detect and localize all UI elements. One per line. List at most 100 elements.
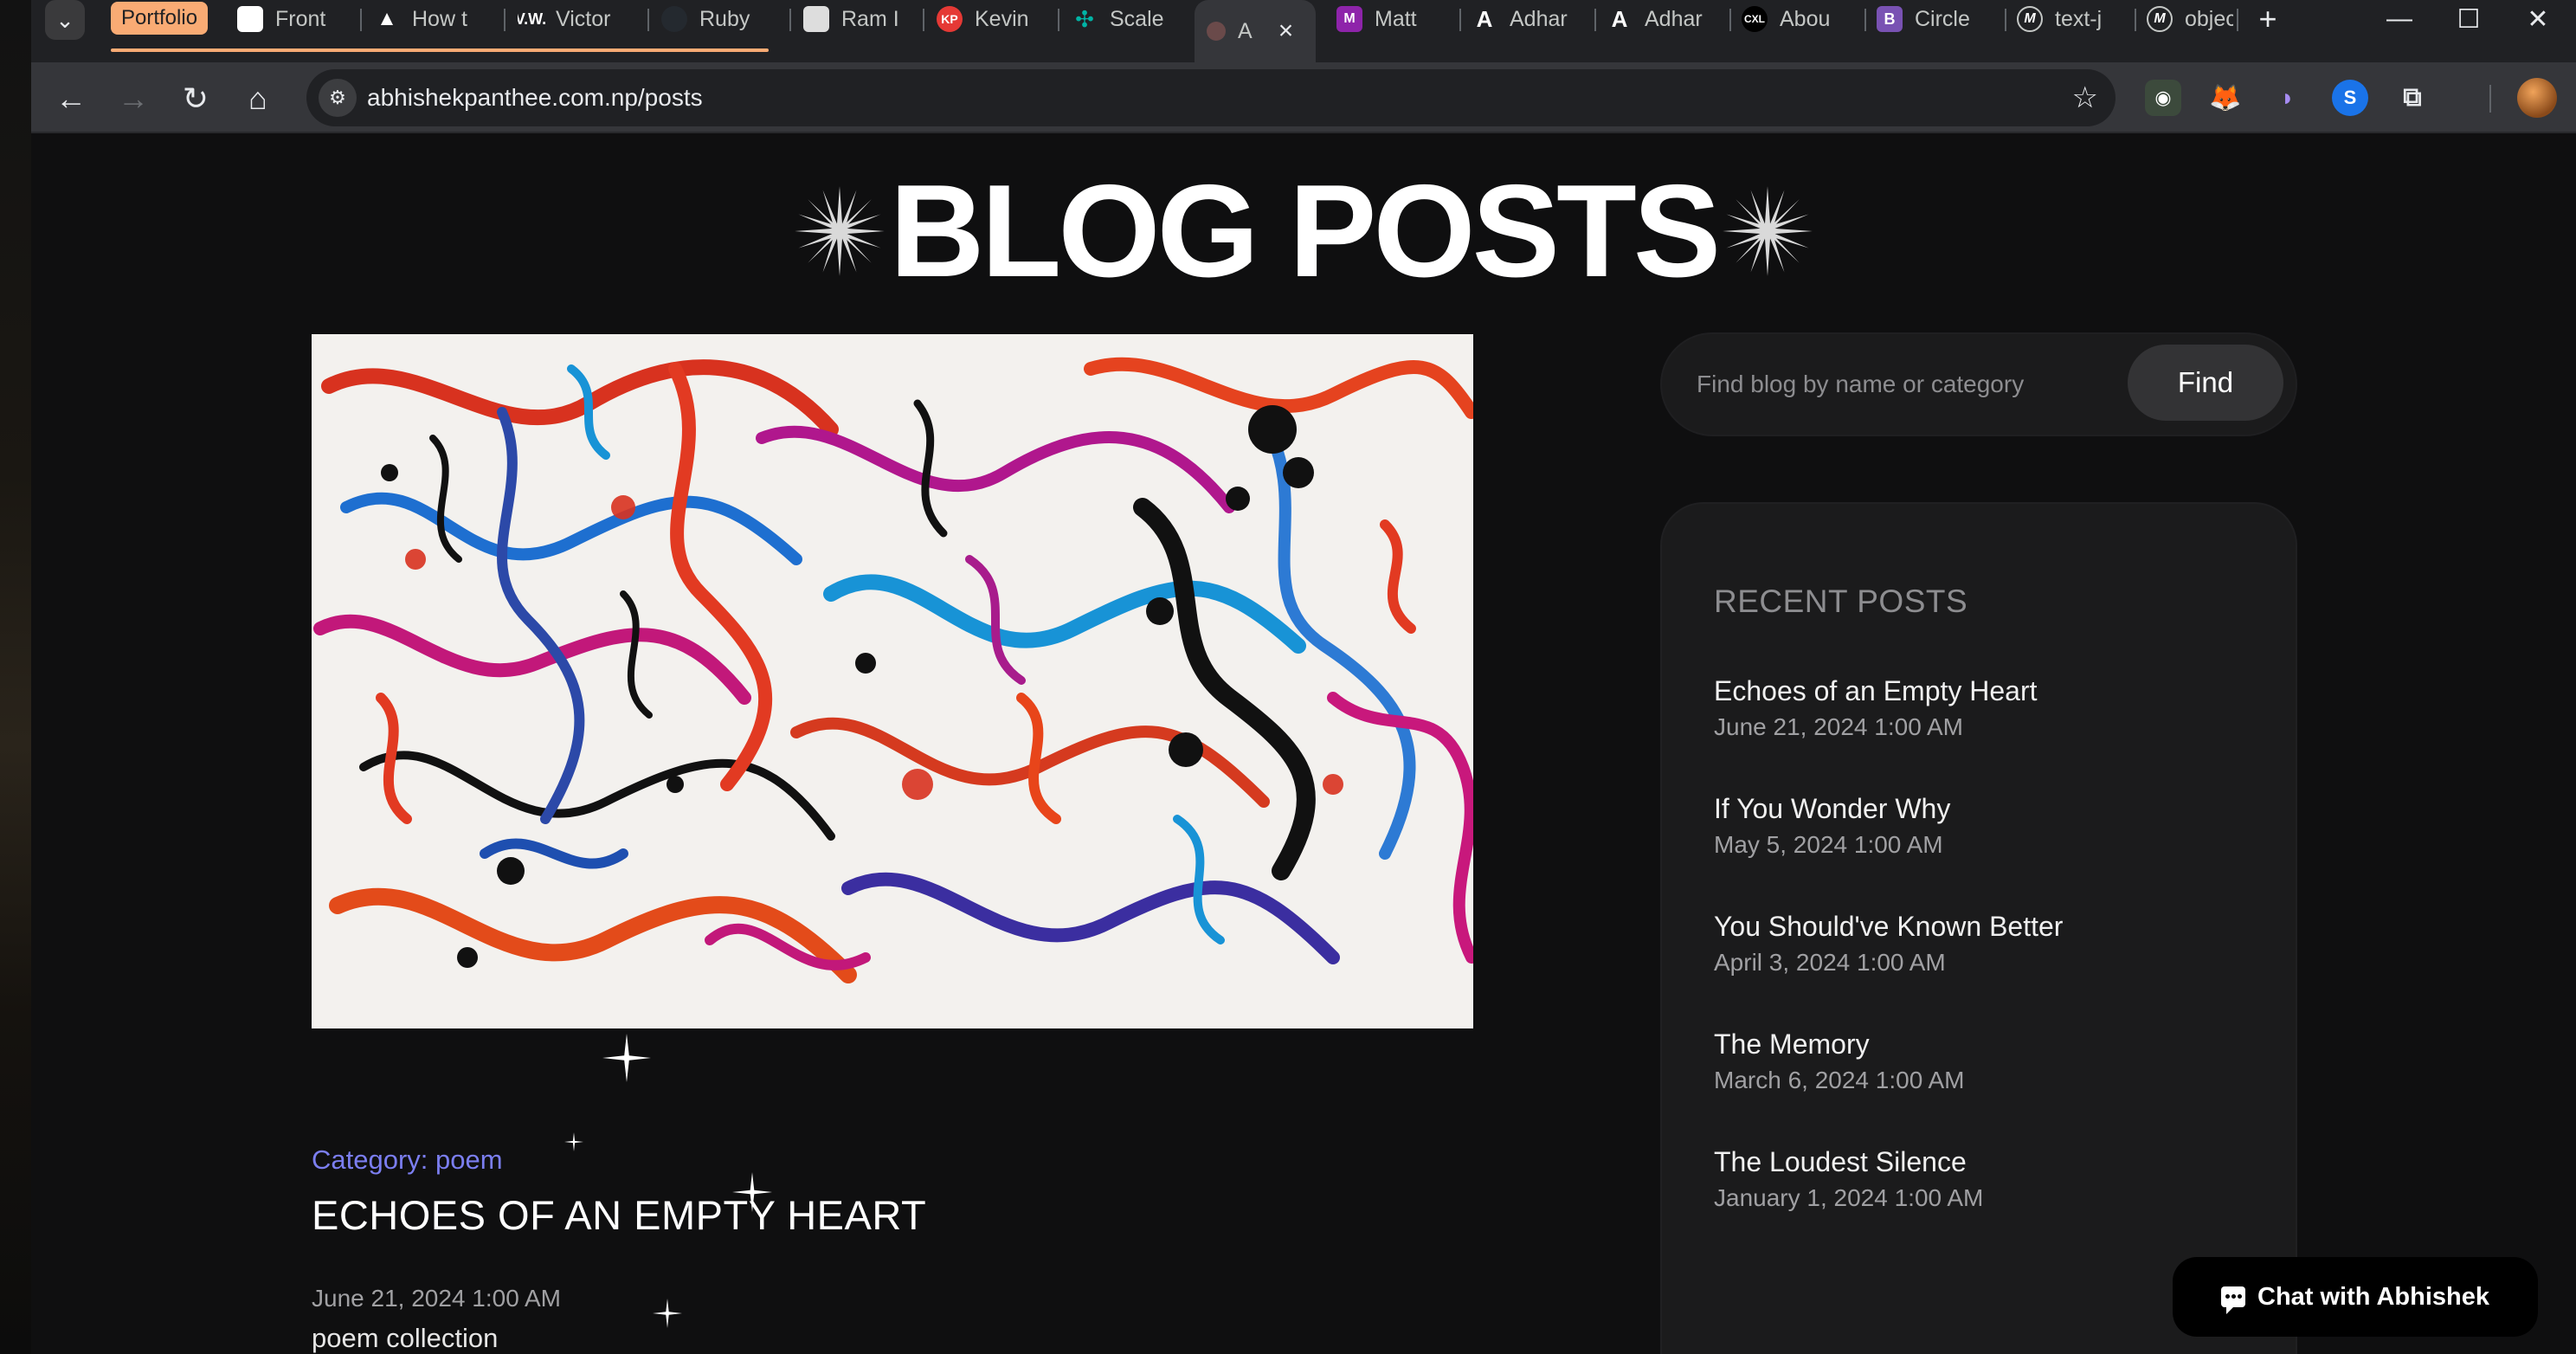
tab-strip: ⌄ Portfolio Front ▲ How t V.W. Victor Ru… [31, 0, 2576, 62]
post-title[interactable]: ECHOES OF AN EMPTY HEART [312, 1191, 926, 1239]
find-button[interactable]: Find [2128, 345, 2283, 421]
matt-logo-icon: M [1336, 6, 1362, 32]
tab-search-button[interactable]: ⌄ [45, 0, 85, 40]
recent-post-title[interactable]: If You Wonder Why [1714, 791, 2268, 826]
tab-adhar-2[interactable]: A Adhar [1607, 0, 1723, 38]
recent-post-title[interactable]: The Loudest Silence [1714, 1144, 2268, 1179]
tab-kevin[interactable]: KP Kevin [937, 0, 1049, 38]
recent-post-item[interactable]: Echoes of an Empty Heart June 21, 2024 1… [1714, 674, 2268, 791]
recent-post-date: May 5, 2024 1:00 AM [1714, 831, 1943, 858]
tab-label: Ram I [841, 6, 899, 31]
recent-post-item[interactable]: The Loudest Silence January 1, 2024 1:00… [1714, 1144, 2268, 1262]
shazam-extension-icon[interactable]: S [2332, 80, 2368, 116]
reload-button[interactable]: ↻ [173, 76, 218, 121]
github-icon [661, 6, 687, 32]
ghost-extension-icon[interactable]: ◗ [2270, 80, 2306, 116]
m-logo-icon: M [2147, 6, 2173, 32]
address-bar[interactable]: ⚙ abhishekpanthee.com.np/posts ☆ [306, 69, 2116, 126]
recent-posts-card: RECENT POSTS Echoes of an Empty Heart Ju… [1660, 502, 2297, 1354]
chat-button[interactable]: Chat with Abhishek [2173, 1257, 2538, 1337]
extensions-puzzle-icon[interactable]: ⧉ [2394, 80, 2431, 116]
reload-icon: ↻ [182, 81, 209, 116]
tab-separator [1729, 9, 1731, 31]
home-button[interactable]: ⌂ [235, 76, 280, 121]
tab-about[interactable]: CXL Abou [1742, 0, 1858, 38]
tab-active-posts[interactable]: A × [1195, 0, 1316, 62]
tab-label: Victor [556, 6, 611, 31]
close-window-button[interactable]: ✕ [2503, 0, 2573, 38]
url-text[interactable]: abhishekpanthee.com.np/posts [367, 69, 703, 126]
tab-group-label[interactable]: Portfolio [111, 2, 209, 35]
back-button[interactable]: ← [48, 76, 93, 121]
tab-label: Kevin [975, 6, 1029, 31]
profile-photo-icon [803, 6, 829, 32]
tab-separator [923, 9, 924, 31]
tab-ruby[interactable]: Ruby [661, 0, 782, 38]
tab-how[interactable]: ▲ How t [374, 0, 495, 38]
extension-globe-icon[interactable]: ◉ [2145, 80, 2181, 116]
close-tab-icon[interactable]: × [1278, 16, 1294, 46]
tab-victor[interactable]: V.W. Victor [518, 0, 637, 38]
tab-label: Abou [1780, 6, 1831, 31]
recent-post-title[interactable]: The Memory [1714, 1027, 2268, 1061]
featured-post-image[interactable] [312, 334, 1473, 1028]
starburst-icon [1723, 186, 1813, 276]
vw-logo-icon: V.W. [518, 10, 547, 28]
metamask-fox-icon[interactable]: 🦊 [2207, 80, 2244, 116]
tab-group-underline [111, 48, 769, 52]
post-category[interactable]: Category: poem [312, 1144, 503, 1176]
tab-objec[interactable]: M objec [2147, 0, 2233, 38]
minimize-button[interactable]: — [2365, 0, 2434, 38]
tab-separator [647, 9, 649, 31]
maximize-icon: ☐ [2457, 4, 2481, 34]
desktop-wallpaper-strip [0, 0, 31, 1354]
page-title: BLOG POSTS [889, 158, 1722, 305]
forward-button[interactable]: → [111, 76, 156, 121]
new-tab-button[interactable]: + [2249, 0, 2287, 38]
recent-post-item[interactable]: The Memory March 6, 2024 1:00 AM [1714, 1027, 2268, 1144]
bookmark-star-icon[interactable]: ☆ [2072, 69, 2098, 126]
more-menu-icon[interactable]: ⋮ [2571, 74, 2576, 109]
tab-separator [2005, 9, 2006, 31]
tab-scale[interactable]: ✣ Scale [1072, 0, 1186, 38]
profile-avatar[interactable] [2517, 78, 2557, 118]
tab-label: Front [275, 6, 326, 31]
tab-label: Ruby [699, 6, 750, 31]
tab-ram[interactable]: Ram I [803, 0, 914, 38]
chat-button-label: Chat with Abhishek [2257, 1282, 2489, 1311]
tab-separator [1864, 9, 1866, 31]
recent-post-date: January 1, 2024 1:00 AM [1714, 1184, 1984, 1211]
recent-post-title[interactable]: You Should've Known Better [1714, 909, 2268, 944]
recent-post-item[interactable]: If You Wonder Why May 5, 2024 1:00 AM [1714, 791, 2268, 909]
search-input[interactable] [1697, 358, 2129, 410]
recent-posts-list: Echoes of an Empty Heart June 21, 2024 1… [1714, 674, 2268, 1262]
tab-label: text-j [2055, 6, 2103, 31]
m-logo-icon: M [2017, 6, 2043, 32]
recent-posts-heading: RECENT POSTS [1714, 584, 1968, 619]
tab-label: Adhar [1645, 6, 1703, 31]
chevron-down-icon: ⌄ [55, 6, 74, 33]
site-info-icon[interactable]: ⚙ [319, 79, 357, 117]
arrow-left-icon: ← [55, 81, 87, 116]
a-logo-icon: A [1476, 5, 1493, 32]
page-content: BLOG POSTS Category: poem ECHOES OF AN E… [31, 133, 2576, 1354]
tab-separator [1058, 9, 1059, 31]
tab-label: Scale [1110, 6, 1164, 31]
arrow-right-icon: → [118, 81, 149, 116]
browser-toolbar: ← → ↻ ⌂ ⚙ abhishekpanthee.com.np/posts ☆… [31, 62, 2576, 133]
tab-matt[interactable]: M Matt [1336, 0, 1452, 38]
tab-circle[interactable]: B Circle [1877, 0, 1998, 38]
plus-icon: + [2258, 1, 2277, 36]
tab-front[interactable]: Front [237, 0, 350, 38]
maximize-button[interactable]: ☐ [2434, 0, 2503, 38]
tab-text-j[interactable]: M text-j [2017, 0, 2129, 38]
tab-label: Adhar [1510, 6, 1568, 31]
cxl-logo-icon: CXL [1742, 6, 1768, 32]
recent-post-item[interactable]: You Should've Known Better April 3, 2024… [1714, 909, 2268, 1027]
recent-post-title[interactable]: Echoes of an Empty Heart [1714, 674, 2268, 708]
sparkle-icon [564, 1132, 583, 1151]
tab-separator [504, 9, 506, 31]
home-icon: ⌂ [248, 81, 267, 116]
sparkle-icon [602, 1034, 651, 1082]
tab-adhar-1[interactable]: A Adhar [1472, 0, 1587, 38]
